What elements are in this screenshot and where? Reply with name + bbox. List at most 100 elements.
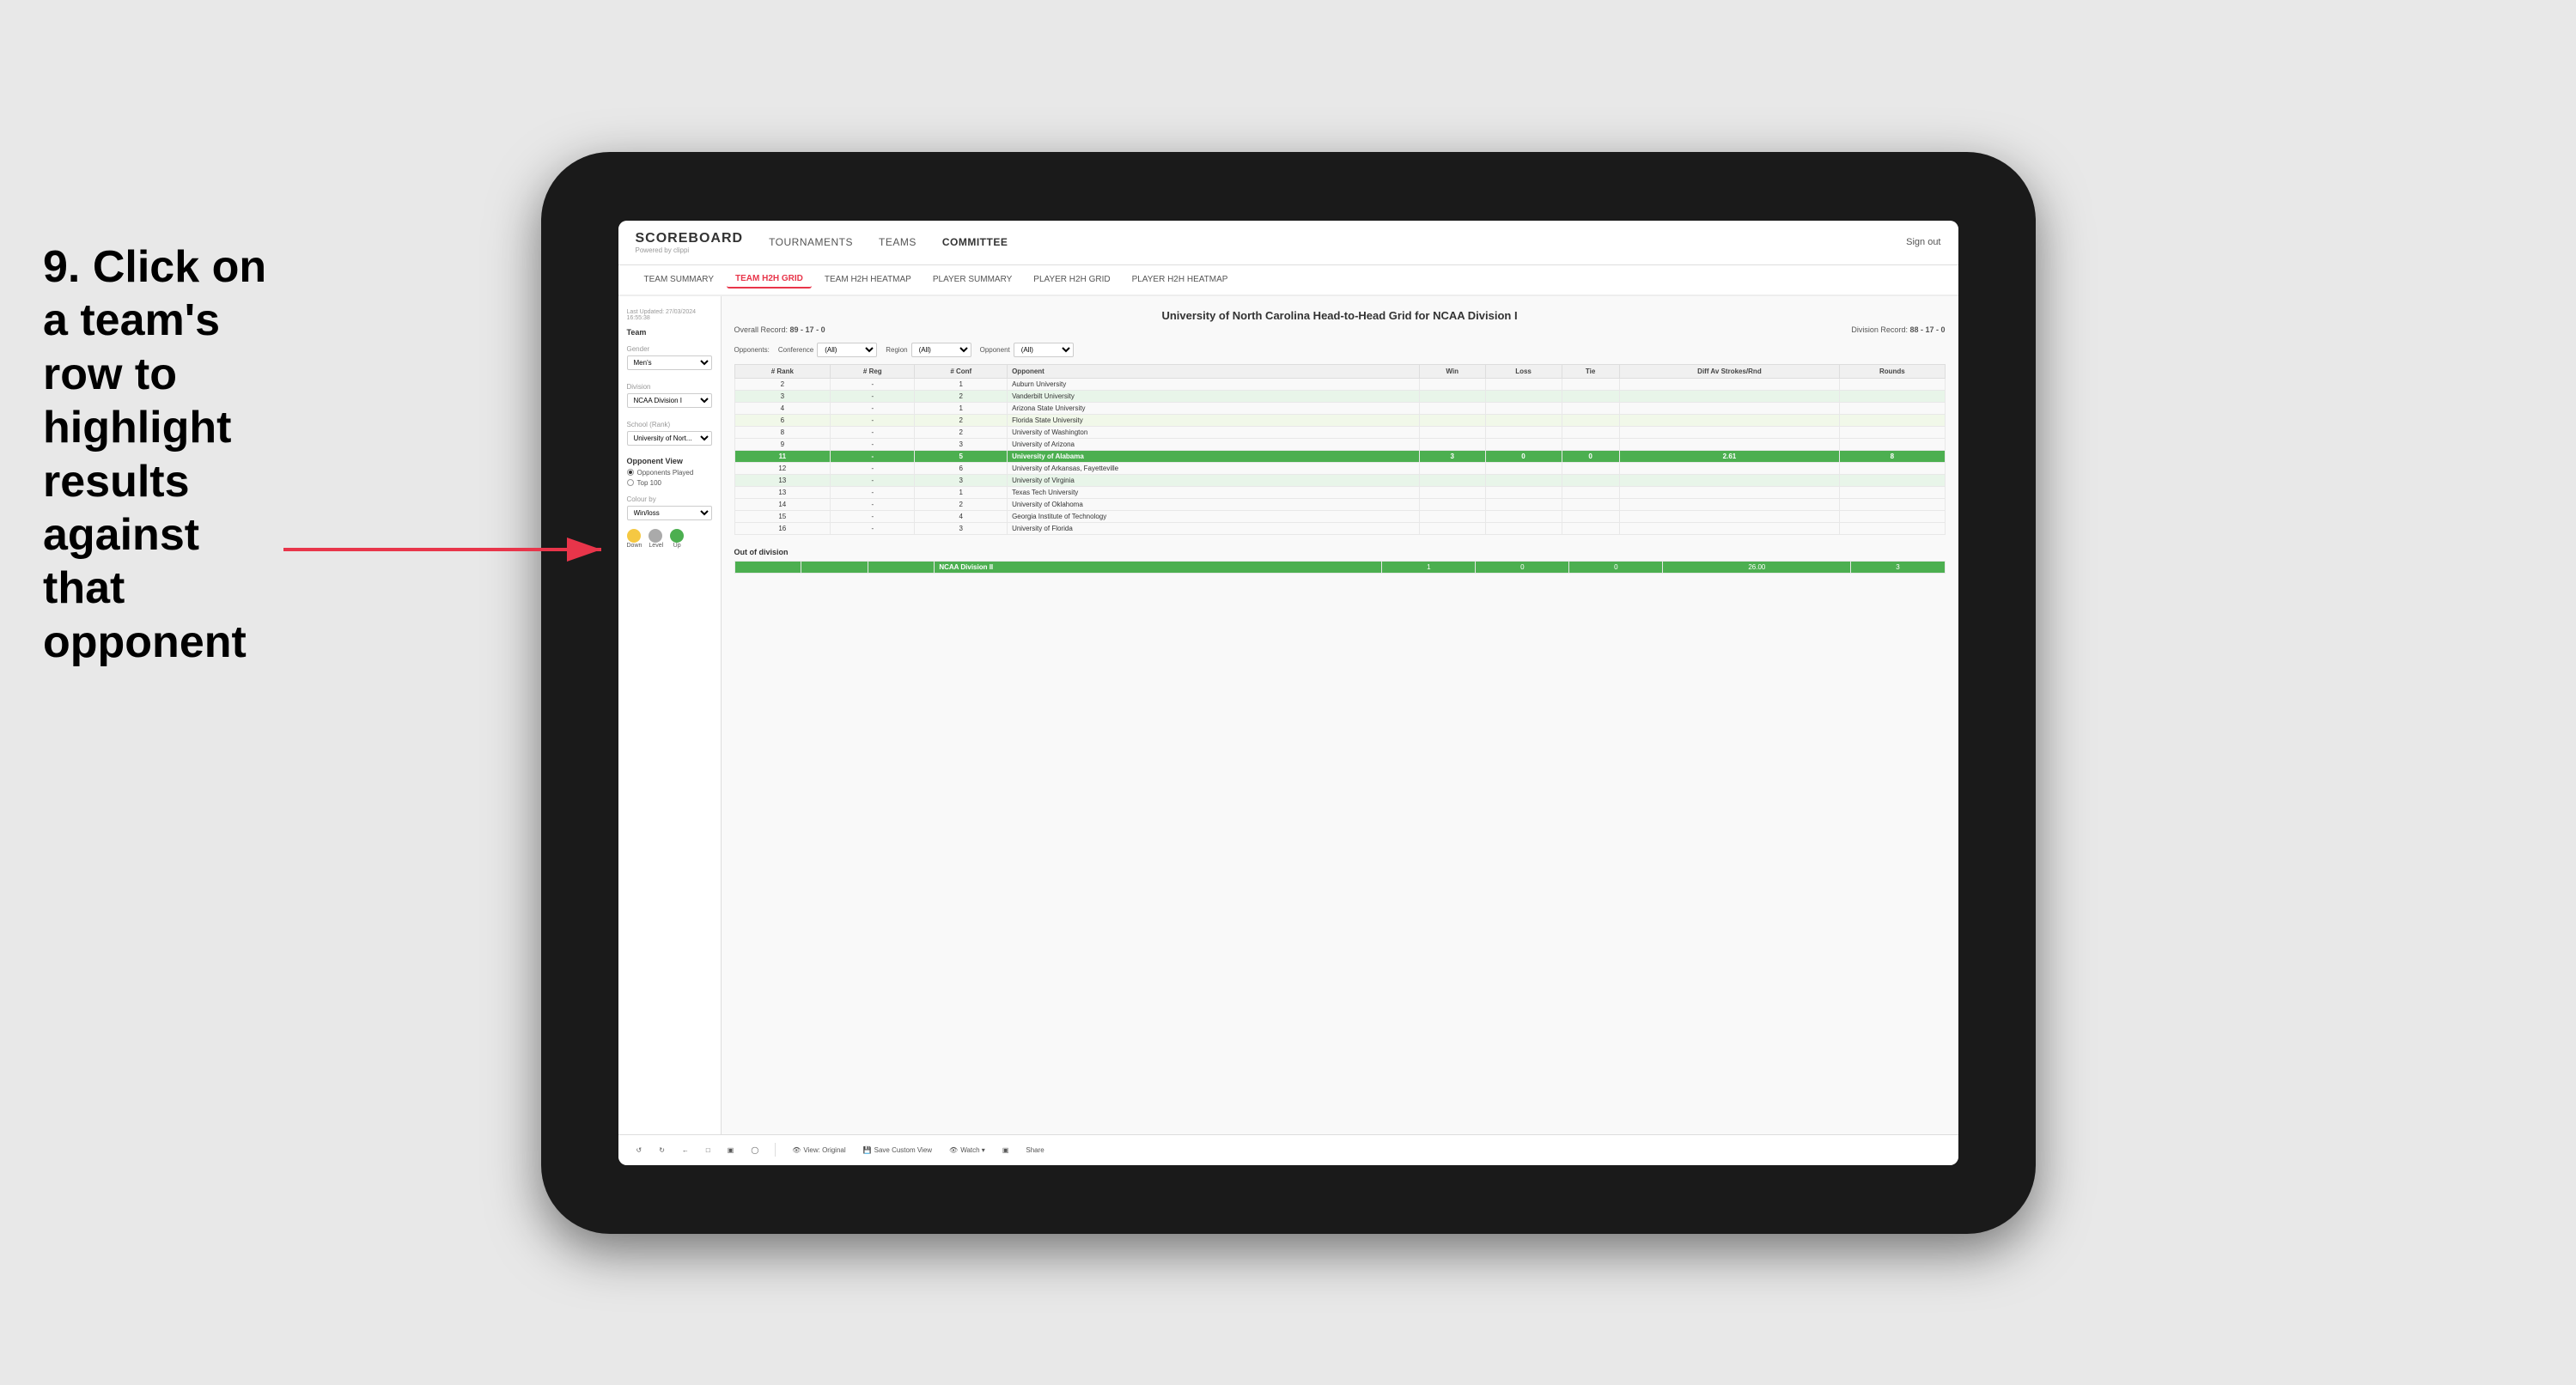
radio-top100[interactable]: Top 100 [627, 479, 712, 487]
radio-dot-top100 [627, 479, 634, 486]
division-record: Division Record: 88 - 17 - 0 [1851, 325, 1945, 334]
table-row[interactable]: 12-6University of Arkansas, Fayetteville [734, 462, 1945, 474]
grid-title: University of North Carolina Head-to-Hea… [734, 309, 1946, 322]
col-opponent: Opponent [1008, 364, 1420, 378]
bottom-toolbar: ↺ ↻ ← □ ▣ ◯ 👁 View: Original 💾 Save Cust… [618, 1134, 1958, 1165]
out-div-win: 1 [1382, 561, 1476, 573]
toolbar-screen[interactable]: ▣ [997, 1144, 1014, 1157]
sidebar-division-label: Division [627, 383, 712, 391]
table-row[interactable]: 14-2University of Oklahoma [734, 498, 1945, 510]
out-div-reg [801, 561, 868, 573]
toolbar-back[interactable]: ← [677, 1144, 694, 1157]
logo-area: SCOREBOARD Powered by clippi [636, 231, 744, 254]
colour-by-label: Colour by [627, 495, 712, 503]
table-row[interactable]: 11-5University of Alabama3002.618 [734, 450, 1945, 462]
table-row[interactable]: 2-1Auburn University [734, 378, 1945, 390]
out-div-label: NCAA Division II [935, 561, 1382, 573]
toolbar-copy[interactable]: □ [701, 1144, 716, 1157]
out-div-rank [734, 561, 801, 573]
toolbar-save-custom[interactable]: 💾 Save Custom View [858, 1144, 937, 1157]
toolbar-paste[interactable]: ▣ [722, 1144, 740, 1157]
instruction-text: 9. Click on a team's row to highlight re… [43, 240, 283, 669]
out-div-diff: 26.00 [1663, 561, 1851, 573]
opponent-view-title: Opponent View [627, 457, 712, 465]
radio-opponents-played[interactable]: Opponents Played [627, 469, 712, 477]
tab-player-h2h-heatmap[interactable]: PLAYER H2H HEATMAP [1124, 271, 1237, 288]
tab-team-h2h-grid[interactable]: TEAM H2H GRID [727, 270, 812, 289]
down-color-dot [627, 529, 641, 543]
out-of-division-section: Out of division NCAA Division II 1 0 [734, 548, 1946, 574]
grid-panel: University of North Carolina Head-to-Hea… [722, 296, 1958, 1134]
colour-by-select[interactable]: Win/loss [627, 506, 712, 520]
main-content: Last Updated: 27/03/2024 16:55:38 Team G… [618, 296, 1958, 1134]
col-reg: # Reg [831, 364, 915, 378]
table-body: 2-1Auburn University3-2Vanderbilt Univer… [734, 378, 1945, 534]
conference-filter-select[interactable]: (All) [817, 343, 877, 357]
gender-select[interactable]: Men's [627, 355, 712, 370]
col-rank: # Rank [734, 364, 831, 378]
nav-committee[interactable]: COMMITTEE [942, 232, 1008, 252]
col-conf: # Conf [915, 364, 1008, 378]
table-row[interactable]: 15-4Georgia Institute of Technology [734, 510, 1945, 522]
sidebar-gender-label: Gender [627, 345, 712, 353]
table-row[interactable]: 9-3University of Arizona [734, 438, 1945, 450]
sign-out-button[interactable]: Sign out [1906, 237, 1940, 247]
opponents-filter: Opponents: [734, 346, 770, 354]
out-div-conf [868, 561, 935, 573]
table-header: # Rank # Reg # Conf Opponent Win Loss Ti… [734, 364, 1945, 378]
radio-dot-opponents [627, 469, 634, 476]
logo-text: SCOREBOARD [636, 231, 744, 246]
sidebar: Last Updated: 27/03/2024 16:55:38 Team G… [618, 296, 722, 1134]
tab-player-summary[interactable]: PLAYER SUMMARY [924, 271, 1020, 288]
tab-player-h2h-grid[interactable]: PLAYER H2H GRID [1025, 271, 1118, 288]
school-select[interactable]: University of Nort... [627, 431, 712, 446]
nav-tournaments[interactable]: TOURNAMENTS [769, 232, 853, 252]
col-win: Win [1419, 364, 1485, 378]
opponent-filter: Opponent (All) [980, 343, 1074, 357]
nav-teams[interactable]: TEAMS [879, 232, 917, 252]
table-row[interactable]: 13-1Texas Tech University [734, 486, 1945, 498]
out-div-tie: 0 [1569, 561, 1663, 573]
tab-team-h2h-heatmap[interactable]: TEAM H2H HEATMAP [816, 271, 920, 288]
legend-up: Up [670, 529, 684, 549]
toolbar-separator-1 [775, 1143, 776, 1157]
h2h-table: # Rank # Reg # Conf Opponent Win Loss Ti… [734, 364, 1946, 535]
table-row[interactable]: 8-2University of Washington [734, 426, 1945, 438]
col-diff: Diff Av Strokes/Rnd [1619, 364, 1839, 378]
conference-filter: Conference (All) [778, 343, 877, 357]
up-color-dot [670, 529, 684, 543]
division-select[interactable]: NCAA Division I [627, 393, 712, 408]
toolbar-clock[interactable]: ◯ [746, 1144, 764, 1157]
filters-row: Opponents: Conference (All) Region (All) [734, 343, 1946, 357]
table-row[interactable]: 13-3University of Virginia [734, 474, 1945, 486]
toolbar-share[interactable]: Share [1020, 1144, 1049, 1157]
out-of-division-table: NCAA Division II 1 0 0 26.00 3 [734, 561, 1946, 574]
region-filter-select[interactable]: (All) [911, 343, 971, 357]
out-div-rounds: 3 [1851, 561, 1945, 573]
toolbar-view-original[interactable]: 👁 View: Original [787, 1144, 850, 1157]
opponent-view-radio-group: Opponents Played Top 100 [627, 469, 712, 487]
toolbar-watch[interactable]: 👁 Watch ▾ [944, 1144, 990, 1157]
table-row[interactable]: 3-2Vanderbilt University [734, 390, 1945, 402]
overall-record: Overall Record: 89 - 17 - 0 [734, 325, 825, 334]
sidebar-team-label: Team [627, 328, 712, 337]
logo-sub: Powered by clippi [636, 246, 744, 254]
table-row[interactable]: 16-3University of Florida [734, 522, 1945, 534]
table-row[interactable]: 4-1Arizona State University [734, 402, 1945, 414]
legend-level: Level [649, 529, 663, 549]
region-filter: Region (All) [886, 343, 971, 357]
table-row[interactable]: 6-2Florida State University [734, 414, 1945, 426]
opponent-filter-select[interactable]: (All) [1014, 343, 1074, 357]
toolbar-redo[interactable]: ↻ [654, 1144, 670, 1157]
tab-team-summary[interactable]: TEAM SUMMARY [636, 271, 723, 288]
legend-down: Down [627, 529, 642, 549]
out-div-loss: 0 [1476, 561, 1569, 573]
col-loss: Loss [1485, 364, 1562, 378]
sidebar-school-label: School (Rank) [627, 421, 712, 428]
last-updated: Last Updated: 27/03/2024 16:55:38 [627, 309, 712, 321]
toolbar-undo[interactable]: ↺ [631, 1144, 648, 1157]
col-rounds: Rounds [1840, 364, 1945, 378]
out-of-division-row[interactable]: NCAA Division II 1 0 0 26.00 3 [734, 561, 1945, 573]
tablet-screen: SCOREBOARD Powered by clippi TOURNAMENTS… [618, 221, 1958, 1165]
color-legend: Down Level Up [627, 529, 712, 549]
